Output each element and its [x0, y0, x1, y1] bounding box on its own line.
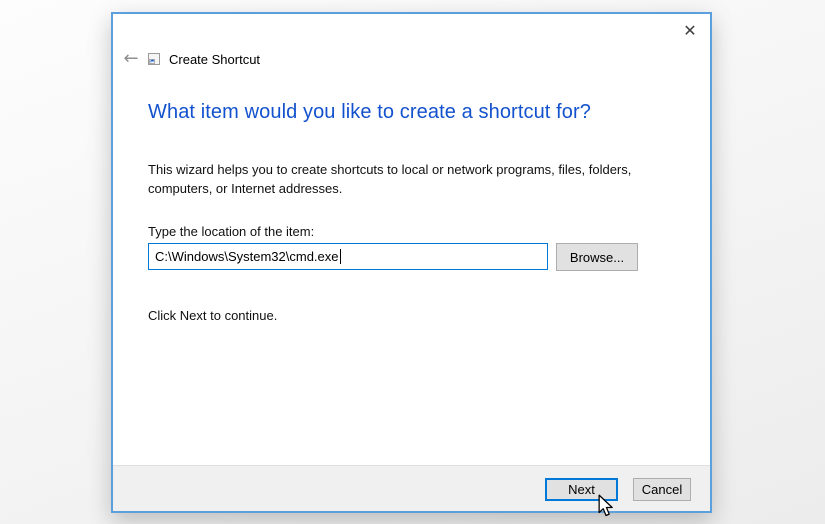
cancel-button-label: Cancel — [641, 482, 683, 497]
wizard-heading: What item would you like to create a sho… — [148, 101, 591, 123]
location-input-value: C:\Windows\System32\cmd.exe — [155, 249, 339, 264]
footer-bar — [113, 465, 710, 511]
location-label: Type the location of the item: — [148, 224, 315, 239]
back-button[interactable]: ← — [120, 47, 142, 69]
browse-button[interactable]: Browse... — [556, 243, 638, 271]
description-line-2: computers, or Internet addresses. — [148, 181, 343, 196]
window-title: Create Shortcut — [169, 52, 261, 67]
continue-hint: Click Next to continue. — [148, 308, 278, 323]
wizard-description: This wizard helps you to create shortcut… — [148, 160, 631, 198]
back-arrow-icon: ← — [123, 47, 139, 69]
close-button[interactable]: ✕ — [678, 18, 702, 42]
create-shortcut-dialog: ✕ ← Create Shortcut What item would you … — [111, 12, 712, 513]
shortcut-icon — [148, 53, 160, 65]
browse-button-label: Browse... — [569, 249, 625, 265]
description-line-1: This wizard helps you to create shortcut… — [148, 162, 632, 177]
close-icon: ✕ — [683, 20, 697, 40]
location-input[interactable]: C:\Windows\System32\cmd.exe — [148, 243, 548, 270]
next-button-label: Next — [568, 482, 595, 497]
text-caret — [339, 249, 341, 264]
desktop-background: { "window": { "title": "Create Shortcut"… — [0, 0, 825, 524]
next-button[interactable]: Next — [545, 478, 618, 501]
cancel-button[interactable]: Cancel — [633, 478, 691, 501]
